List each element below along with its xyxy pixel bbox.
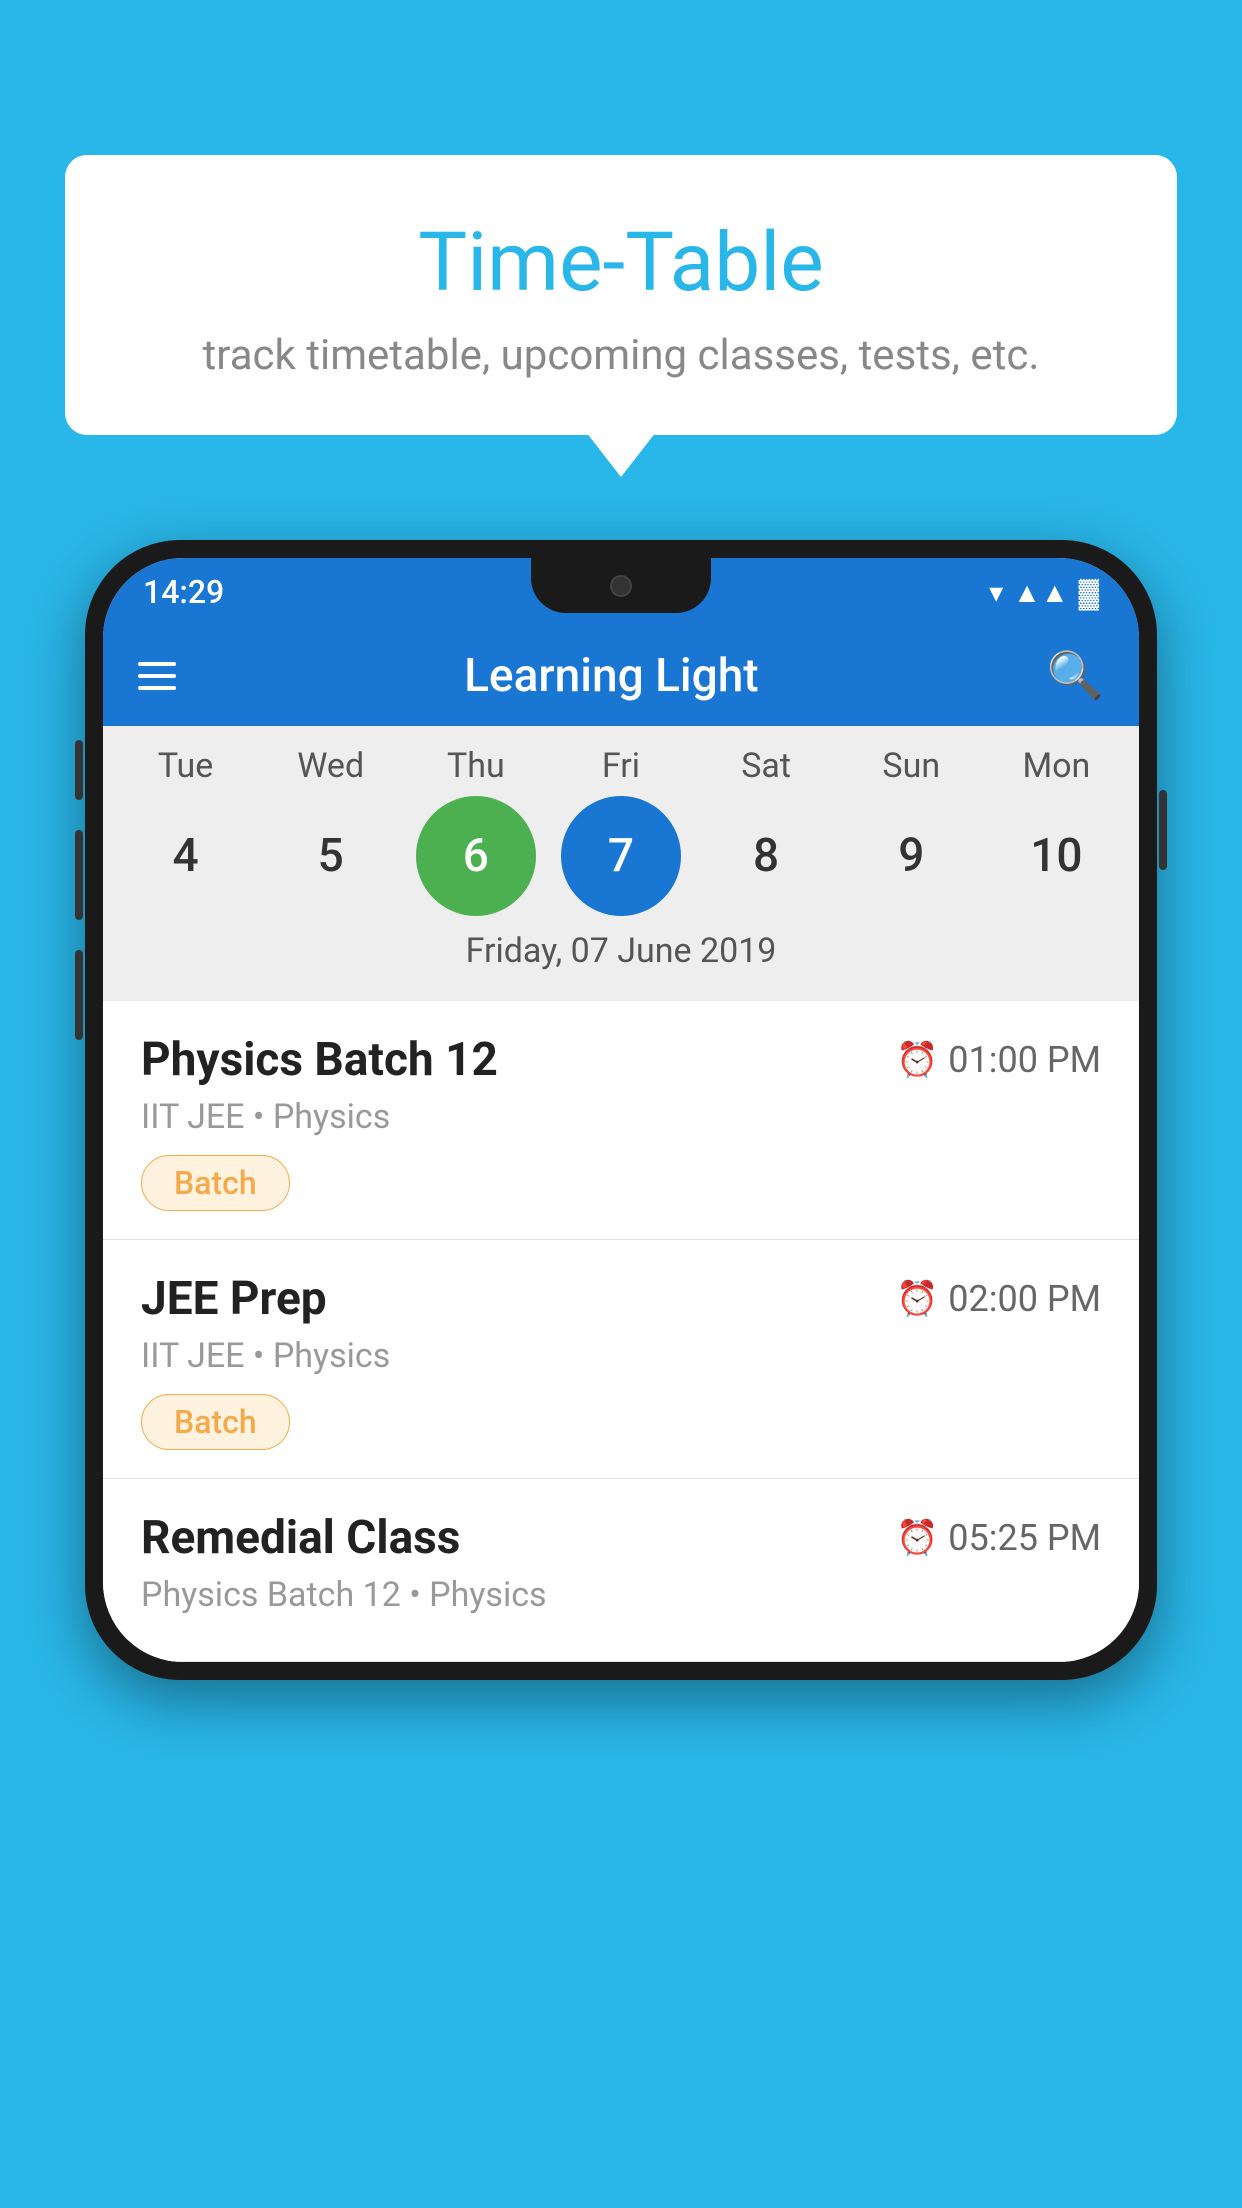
day-7-selected[interactable]: 7 <box>561 796 681 916</box>
schedule-item-1-title: Physics Batch 12 <box>141 1033 498 1087</box>
schedule-item-1[interactable]: Physics Batch 12 ⏰ 01:00 PM IIT JEE • Ph… <box>103 1001 1139 1240</box>
day-label-wed: Wed <box>271 746 391 786</box>
signal-icon: ▲▲ <box>1013 576 1068 609</box>
schedule-item-2-subtitle: IIT JEE • Physics <box>141 1336 1101 1376</box>
power-button <box>1159 790 1167 870</box>
bubble-subtitle: track timetable, upcoming classes, tests… <box>115 331 1127 380</box>
schedule-item-3-header: Remedial Class ⏰ 05:25 PM <box>141 1511 1101 1565</box>
app-bar: Learning Light 🔍 <box>103 626 1139 726</box>
date-label: Friday, 07 June 2019 <box>103 916 1139 991</box>
day-label-mon: Mon <box>996 746 1116 786</box>
day-8[interactable]: 8 <box>706 796 826 916</box>
bubble-title: Time-Table <box>115 215 1127 311</box>
schedule-item-2-header: JEE Prep ⏰ 02:00 PM <box>141 1272 1101 1326</box>
day-4[interactable]: 4 <box>126 796 246 916</box>
day-label-sat: Sat <box>706 746 826 786</box>
schedule-item-3-subtitle: Physics Batch 12 • Physics <box>141 1575 1101 1615</box>
day-label-fri: Fri <box>561 746 681 786</box>
status-time: 14:29 <box>143 573 224 611</box>
phone-notch <box>531 558 711 613</box>
day-label-tue: Tue <box>126 746 246 786</box>
menu-button[interactable] <box>138 662 176 690</box>
clock-icon-2: ⏰ <box>896 1279 938 1319</box>
calendar-strip: Tue Wed Thu Fri Sat Sun Mon 4 5 6 7 8 9 … <box>103 726 1139 1001</box>
volume-down-button <box>75 950 83 1040</box>
volume-up-button <box>75 830 83 920</box>
day-labels: Tue Wed Thu Fri Sat Sun Mon <box>103 746 1139 786</box>
schedule-list: Physics Batch 12 ⏰ 01:00 PM IIT JEE • Ph… <box>103 1001 1139 1662</box>
day-label-thu: Thu <box>416 746 536 786</box>
clock-icon-3: ⏰ <box>896 1518 938 1558</box>
schedule-item-3-title: Remedial Class <box>141 1511 460 1565</box>
batch-tag-2: Batch <box>141 1394 290 1450</box>
schedule-item-2-time: ⏰ 02:00 PM <box>896 1278 1101 1320</box>
time-value-3: 05:25 PM <box>948 1517 1101 1559</box>
speech-bubble: Time-Table track timetable, upcoming cla… <box>65 155 1177 435</box>
phone-wrapper: 14:29 ▾ ▲▲ ▓ Learning Light 🔍 <box>85 540 1157 1680</box>
schedule-item-1-time: ⏰ 01:00 PM <box>896 1039 1101 1081</box>
phone-screen: 14:29 ▾ ▲▲ ▓ Learning Light 🔍 <box>103 558 1139 1662</box>
search-button[interactable]: 🔍 <box>1047 649 1104 703</box>
time-value-1: 01:00 PM <box>948 1039 1101 1081</box>
day-label-sun: Sun <box>851 746 971 786</box>
mute-button <box>75 740 83 800</box>
schedule-item-1-subtitle: IIT JEE • Physics <box>141 1097 1101 1137</box>
schedule-item-3-time: ⏰ 05:25 PM <box>896 1517 1101 1559</box>
schedule-item-1-header: Physics Batch 12 ⏰ 01:00 PM <box>141 1033 1101 1087</box>
schedule-item-2[interactable]: JEE Prep ⏰ 02:00 PM IIT JEE • Physics Ba… <box>103 1240 1139 1479</box>
day-6-today[interactable]: 6 <box>416 796 536 916</box>
status-icons: ▾ ▲▲ ▓ <box>989 576 1099 609</box>
batch-tag-1: Batch <box>141 1155 290 1211</box>
app-title: Learning Light <box>206 649 1017 703</box>
schedule-item-3[interactable]: Remedial Class ⏰ 05:25 PM Physics Batch … <box>103 1479 1139 1662</box>
wifi-icon: ▾ <box>989 576 1003 609</box>
day-5[interactable]: 5 <box>271 796 391 916</box>
time-value-2: 02:00 PM <box>948 1278 1101 1320</box>
clock-icon-1: ⏰ <box>896 1040 938 1080</box>
speech-bubble-wrapper: Time-Table track timetable, upcoming cla… <box>65 155 1177 435</box>
day-9[interactable]: 9 <box>851 796 971 916</box>
battery-icon: ▓ <box>1079 576 1099 609</box>
day-numbers: 4 5 6 7 8 9 10 <box>103 796 1139 916</box>
front-camera <box>610 575 632 597</box>
day-10[interactable]: 10 <box>996 796 1116 916</box>
schedule-item-2-title: JEE Prep <box>141 1272 327 1326</box>
phone-frame: 14:29 ▾ ▲▲ ▓ Learning Light 🔍 <box>85 540 1157 1680</box>
